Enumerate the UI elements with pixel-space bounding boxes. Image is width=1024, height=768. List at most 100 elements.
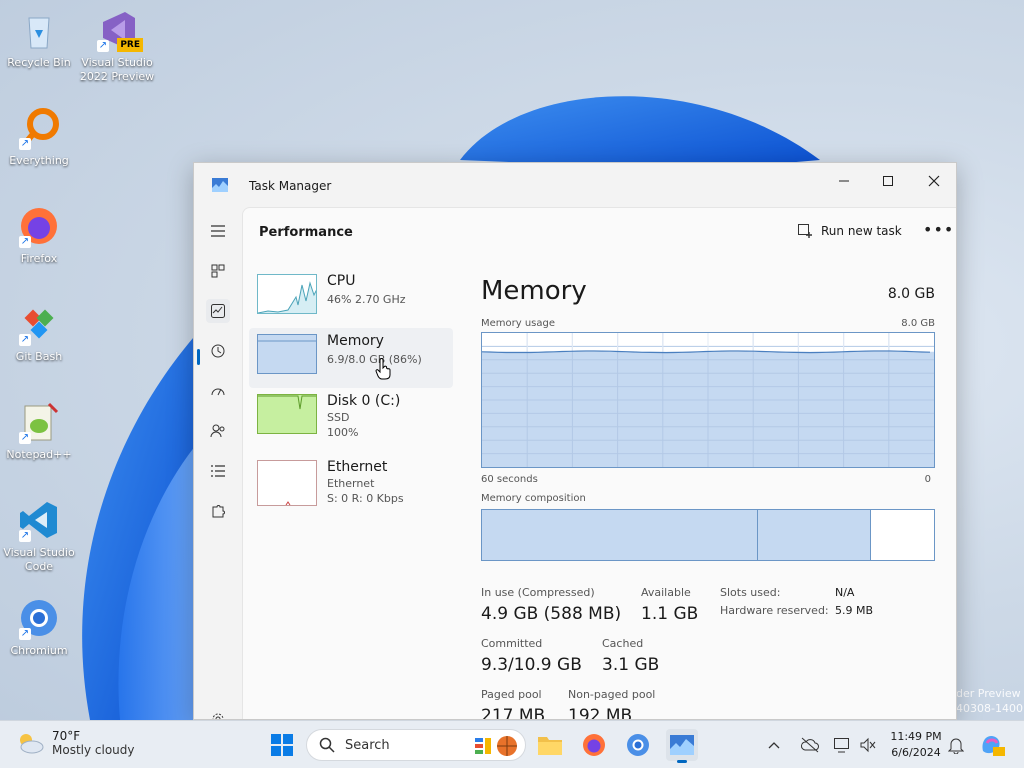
stat-committed-label: Committed <box>481 637 543 650</box>
nav-users[interactable] <box>206 419 230 443</box>
resource-sub-2: 100% <box>327 426 359 439</box>
shortcut-arrow-icon: ↗ <box>19 334 31 346</box>
display-icon <box>834 738 849 753</box>
maximize-button[interactable] <box>865 167 911 195</box>
chromium-icon <box>627 734 649 756</box>
stat-hw-value: 5.9 MB <box>835 604 874 617</box>
stat-available-value: 1.1 GB <box>641 604 699 624</box>
bell-icon <box>948 738 964 754</box>
detail-total: 8.0 GB <box>887 286 935 302</box>
task-manager-icon <box>212 178 228 192</box>
everything-search-icon: ↗ <box>17 106 61 150</box>
nav-app-history[interactable] <box>206 339 230 363</box>
nav-startup-apps[interactable] <box>206 379 230 403</box>
processes-icon <box>211 264 225 278</box>
stat-slots-value: N/A <box>835 586 855 599</box>
search-placeholder: Search <box>345 737 390 753</box>
nav-details[interactable] <box>206 459 230 483</box>
run-new-task-button[interactable]: Run new task <box>797 223 902 239</box>
usage-label: Memory usage <box>481 318 556 329</box>
nav-processes[interactable] <box>206 259 230 283</box>
usage-max: 8.0 GB <box>901 318 935 329</box>
axis-left-label: 60 seconds <box>481 474 538 485</box>
desktop-icon-git-bash[interactable]: ↗ Git Bash <box>0 302 78 364</box>
chromium-icon: ↗ <box>17 596 61 640</box>
watermark-line: der Preview <box>956 687 1021 700</box>
selected-indicator <box>197 349 200 365</box>
stat-paged-value: 217 MB <box>481 706 546 720</box>
chevron-up-icon <box>768 742 780 749</box>
desktop-icon-notepad-plus-plus[interactable]: ↗ Notepad++ <box>0 400 78 462</box>
taskbar-firefox[interactable] <box>578 729 610 761</box>
start-button[interactable] <box>266 729 298 761</box>
clock-date: 6/6/2024 <box>891 746 941 759</box>
notifications-button[interactable] <box>944 729 968 761</box>
desktop-icon-everything[interactable]: ↗ Everything <box>0 106 78 168</box>
resource-item-memory[interactable]: Memory 6.9/8.0 GB (86%) <box>249 328 453 388</box>
desktop-icon-label: Recycle Bin <box>7 56 71 69</box>
nav-settings[interactable] <box>206 707 230 719</box>
shortcut-arrow-icon: ↗ <box>19 432 31 444</box>
resource-name: Memory <box>327 333 384 349</box>
visual-studio-icon: PRE ↗ <box>95 8 143 52</box>
desktop-icon-chromium[interactable]: ↗ Chromium <box>0 596 78 658</box>
desktop-icon-visual-studio-preview[interactable]: PRE ↗ Visual Studio 2022 Preview <box>78 8 156 84</box>
cloud-offline-icon <box>801 737 819 753</box>
memory-usage-graph <box>481 332 935 468</box>
recycle-bin-icon <box>17 8 61 52</box>
firefox-icon: ↗ <box>17 204 61 248</box>
axis-right-label: 0 <box>924 474 931 485</box>
disk-thumbnail-graph <box>257 394 317 434</box>
desktop-icon-label: Everything <box>9 154 69 167</box>
stat-hw-label: Hardware reserved: <box>720 604 829 617</box>
resource-item-disk[interactable]: Disk 0 (C:) SSD 100% <box>249 388 453 448</box>
stat-in-use-label: In use (Compressed) <box>481 586 595 599</box>
desktop-icon-vscode[interactable]: ↗ Visual Studio Code <box>0 498 78 574</box>
resource-sub: Ethernet <box>327 477 375 490</box>
taskbar-file-explorer[interactable] <box>534 729 566 761</box>
taskbar-chromium[interactable] <box>622 729 654 761</box>
copilot-button[interactable] <box>976 729 1008 761</box>
system-clock[interactable]: 11:49 PM 6/6/2024 <box>886 729 946 761</box>
taskbar: 70°F Mostly cloudy Search 11:49 PM 6/6/2… <box>0 720 1024 768</box>
nav-performance[interactable] <box>206 299 230 323</box>
shortcut-arrow-icon: ↗ <box>19 138 31 150</box>
shortcut-arrow-icon: ↗ <box>19 628 31 640</box>
stat-cached-value: 3.1 GB <box>602 655 660 675</box>
show-hidden-icons-button[interactable] <box>762 729 786 761</box>
folder-icon <box>538 737 562 755</box>
resource-list: CPU 46% 2.70 GHz Memory 6.9/8.0 GB (86%)… <box>249 268 453 514</box>
desktop-icon-label: Notepad++ <box>6 448 72 461</box>
tray-network-status[interactable] <box>796 729 824 761</box>
composition-in-use <box>482 510 758 560</box>
resource-item-ethernet[interactable]: Ethernet Ethernet S: 0 R: 0 Kbps <box>249 454 453 514</box>
nav-services[interactable] <box>206 499 230 523</box>
desktop-icon-recycle-bin[interactable]: Recycle Bin <box>0 8 78 70</box>
search-box[interactable]: Search <box>306 729 526 761</box>
close-button[interactable] <box>911 167 956 195</box>
resource-item-cpu[interactable]: CPU 46% 2.70 GHz <box>249 268 453 328</box>
run-new-task-label: Run new task <box>821 224 902 238</box>
more-options-button[interactable]: ••• <box>923 220 954 239</box>
title-bar[interactable]: Task Manager <box>194 163 956 207</box>
details-list-icon <box>211 465 225 477</box>
desktop-icon-firefox[interactable]: ↗ Firefox <box>0 204 78 266</box>
desktop-icon-label: Visual Studio Code <box>3 546 75 573</box>
clock-time: 11:49 PM <box>890 730 942 743</box>
firefox-icon <box>583 734 605 756</box>
weather-temp: 70°F <box>52 729 81 743</box>
tray-volume[interactable] <box>856 729 880 761</box>
stat-nonpaged-value: 192 MB <box>568 706 633 720</box>
watermark-line: 40308-1400 <box>956 702 1023 715</box>
shortcut-arrow-icon: ↗ <box>19 530 31 542</box>
taskbar-task-manager[interactable] <box>666 729 698 763</box>
maximize-icon <box>883 176 893 186</box>
minimize-button[interactable] <box>821 167 867 195</box>
stat-available-label: Available <box>641 586 691 599</box>
weather-widget[interactable]: 70°F Mostly cloudy <box>16 729 135 757</box>
stat-in-use-value: 4.9 GB (588 MB) <box>481 604 622 624</box>
tray-display[interactable] <box>830 729 854 761</box>
memory-thumbnail-graph <box>257 334 317 374</box>
hamburger-menu-button[interactable] <box>206 219 230 243</box>
minimize-icon <box>839 180 849 182</box>
